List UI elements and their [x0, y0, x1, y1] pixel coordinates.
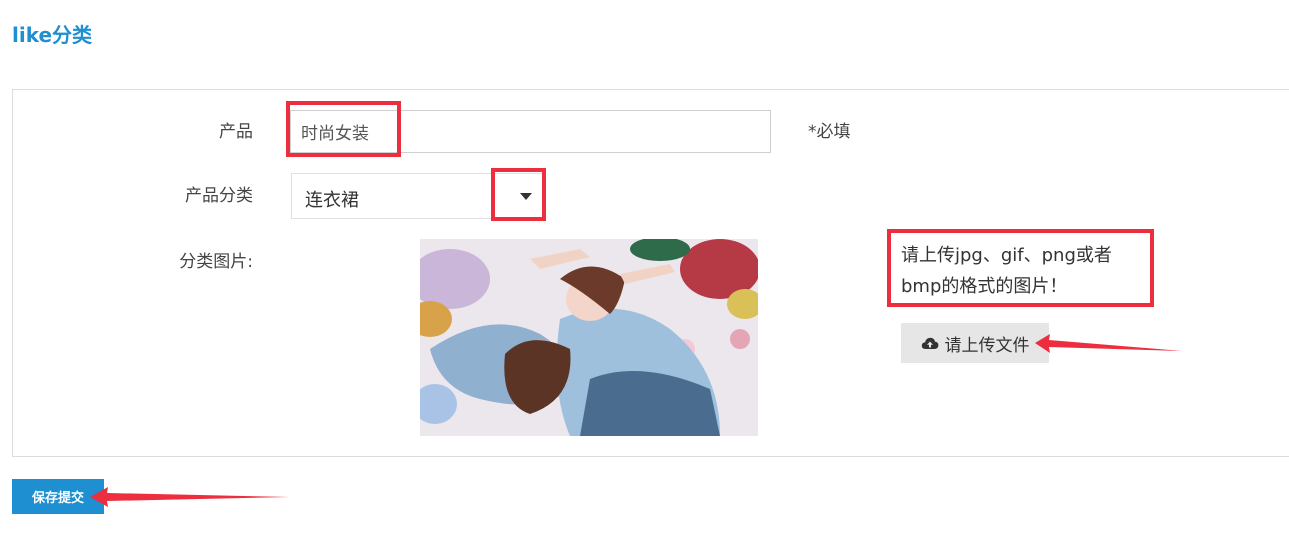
- upload-file-button-label: 请上传文件: [944, 335, 1030, 356]
- required-note: *必填: [808, 122, 851, 142]
- page-title: like分类: [12, 23, 93, 47]
- save-submit-button[interactable]: 保存提交: [12, 479, 104, 514]
- product-label: 产品: [219, 122, 253, 142]
- category-image-preview: [420, 239, 758, 436]
- product-input[interactable]: [290, 110, 771, 153]
- upload-file-button[interactable]: 请上传文件: [901, 323, 1049, 363]
- category-select[interactable]: 连衣裙: [291, 173, 543, 219]
- caret-down-icon[interactable]: [520, 193, 532, 200]
- upload-hint: 请上传jpg、gif、png或者bmp的格式的图片！: [901, 245, 1112, 297]
- category-select-value: 连衣裙: [305, 190, 359, 211]
- arrow-to-save-button: [90, 487, 290, 507]
- category-label: 产品分类: [185, 186, 253, 206]
- cloud-upload-icon: [921, 336, 939, 350]
- image-label: 分类图片:: [179, 252, 253, 272]
